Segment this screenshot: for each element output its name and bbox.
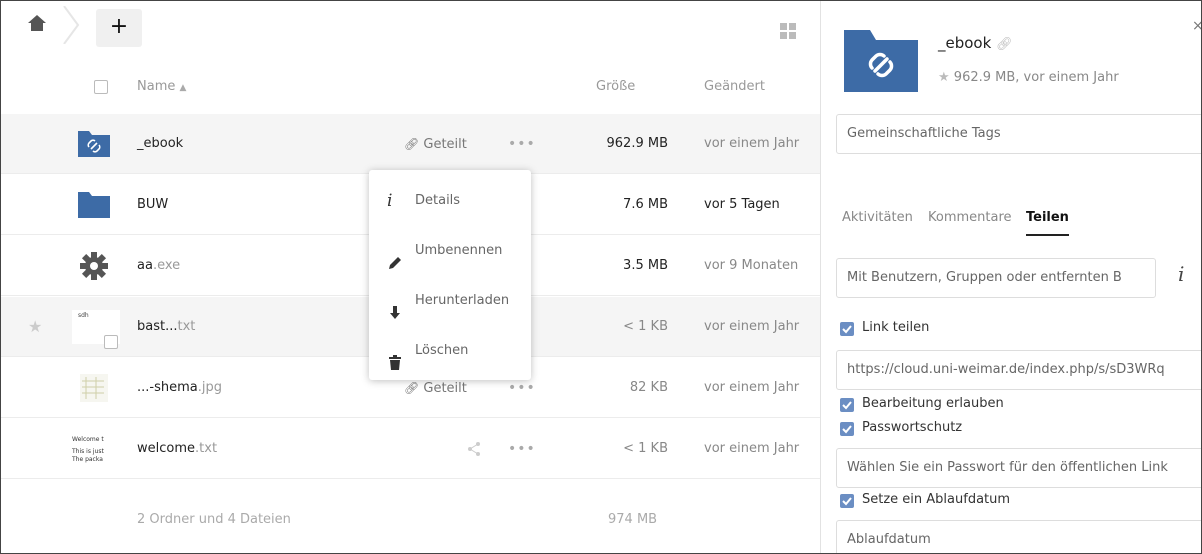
link-share-checkbox[interactable]	[840, 322, 854, 336]
new-button[interactable]: +	[96, 9, 142, 47]
file-name[interactable]: ...-shema.jpg	[137, 358, 222, 418]
tab-comments[interactable]: Kommentare	[928, 200, 1012, 236]
sidebar-title: _ebook 🔗︎	[938, 34, 1013, 52]
more-actions-button[interactable]: •••	[508, 419, 536, 479]
password-input[interactable]: Wählen Sie ein Passwort für den öffentli…	[836, 448, 1202, 488]
expire-date-checkbox[interactable]	[840, 494, 854, 508]
menu-item-delete[interactable]: Löschen	[369, 326, 531, 376]
allow-edit-label: Bearbeitung erlauben	[862, 396, 1004, 411]
more-actions-button[interactable]: •••	[508, 114, 536, 174]
select-all-checkbox[interactable]	[94, 80, 108, 94]
home-icon[interactable]	[26, 12, 48, 34]
file-name[interactable]: BUW	[137, 175, 168, 235]
info-icon[interactable]: i	[1178, 262, 1184, 286]
row-checkbox[interactable]	[104, 335, 118, 349]
column-header-size[interactable]: Größe	[596, 72, 635, 112]
shared-folder-icon	[842, 28, 920, 94]
close-icon[interactable]: ×	[1192, 18, 1202, 34]
password-protect-label: Passwortschutz	[862, 420, 963, 435]
download-icon	[387, 293, 403, 319]
expire-date-label: Setze ein Ablaufdatum	[862, 492, 1011, 507]
table-row[interactable]: Welcome t This is just The packa welcome…	[0, 419, 820, 479]
share-with-input[interactable]: Mit Benutzern, Gruppen oder entfernten B	[836, 258, 1156, 298]
menu-item-details[interactable]: i Details	[369, 176, 531, 226]
tab-sharing[interactable]: Teilen	[1026, 200, 1069, 236]
file-modified: vor 9 Monaten	[704, 258, 799, 273]
file-name[interactable]: bast...txt	[137, 297, 195, 357]
info-icon: i	[387, 191, 393, 211]
link-icon: 🔗︎	[404, 381, 420, 395]
breadcrumb-separator	[60, 5, 82, 45]
expire-date-input[interactable]: Ablaufdatum	[836, 520, 1202, 554]
file-modified: vor einem Jahr	[704, 380, 800, 395]
gear-icon	[76, 249, 112, 283]
sort-ascending-icon: ▲	[179, 83, 187, 93]
folder-icon	[76, 188, 112, 222]
file-modified: vor einem Jahr	[704, 319, 800, 334]
grid-view-icon[interactable]	[779, 22, 797, 40]
shared-folder-icon	[76, 127, 112, 161]
text-file-thumbnail: Welcome t This is just The packa	[72, 436, 104, 463]
menu-item-rename[interactable]: Umbenennen	[369, 226, 531, 276]
column-header-name[interactable]: Name ▲	[137, 72, 186, 112]
file-context-menu: i Details Umbenennen Herunterladen Lösch…	[369, 170, 531, 380]
file-modified: vor einem Jahr	[704, 441, 800, 456]
tab-activities[interactable]: Aktivitäten	[842, 200, 913, 236]
favorite-star-icon[interactable]: ★	[938, 70, 950, 85]
link-share-label: Link teilen	[862, 320, 930, 335]
menu-item-download[interactable]: Herunterladen	[369, 276, 531, 326]
list-summary: 2 Ordner und 4 Dateien	[137, 512, 291, 527]
favorite-star-icon[interactable]: ★	[28, 317, 42, 336]
file-name[interactable]: welcome.txt	[137, 419, 217, 479]
allow-edit-checkbox[interactable]	[840, 398, 854, 412]
trash-icon	[387, 343, 403, 370]
file-size: < 1 KB	[623, 441, 668, 456]
column-header-modified[interactable]: Geändert	[704, 72, 765, 112]
file-modified: vor einem Jahr	[704, 136, 800, 151]
image-thumbnail	[76, 371, 112, 405]
file-size: 7.6 MB	[623, 197, 668, 212]
link-icon: 🔗︎	[404, 137, 420, 151]
file-modified: vor 5 Tagen	[704, 197, 780, 212]
file-size: < 1 KB	[623, 319, 668, 334]
file-size: 82 KB	[629, 380, 668, 395]
share-status[interactable]: 🔗︎ Geteilt	[404, 114, 467, 174]
tags-input[interactable]: Gemeinschaftliche Tags	[836, 114, 1202, 154]
link-icon[interactable]: 🔗︎	[996, 37, 1013, 52]
password-protect-checkbox[interactable]	[840, 422, 854, 436]
share-icon[interactable]	[466, 441, 482, 457]
share-link-input[interactable]: https://cloud.uni-weimar.de/index.php/s/…	[836, 350, 1202, 390]
pencil-icon	[387, 243, 403, 269]
sidebar-meta: ★ 962.9 MB, vor einem Jahr	[938, 70, 1119, 85]
file-name[interactable]: aa.exe	[137, 236, 180, 296]
file-name[interactable]: _ebook	[137, 114, 183, 174]
table-row[interactable]: _ebook 🔗︎ Geteilt ••• 962.9 MB vor einem…	[0, 114, 820, 174]
list-summary-size: 974 MB	[608, 512, 658, 527]
file-size: 962.9 MB	[606, 136, 668, 151]
file-size: 3.5 MB	[623, 258, 668, 273]
